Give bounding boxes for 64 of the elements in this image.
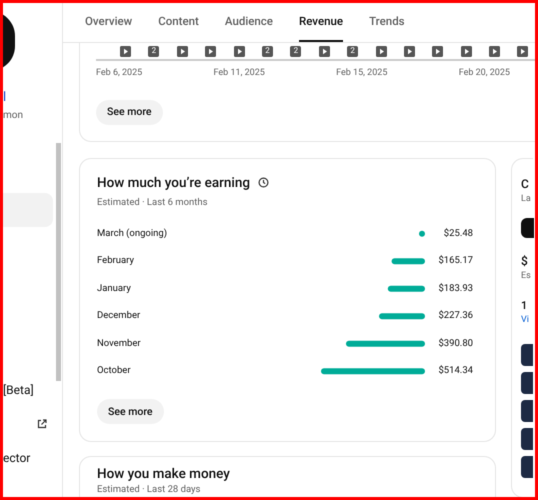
link[interactable]: Vi <box>521 314 533 328</box>
axis-label: Feb 15, 2025 <box>336 67 388 80</box>
sidebar-item[interactable] <box>3 193 53 227</box>
tab[interactable]: Trends <box>369 3 405 42</box>
sidebar-item[interactable]: ector <box>3 441 53 475</box>
thumbnail <box>521 372 533 394</box>
play-icon <box>176 46 188 56</box>
card-value: $ <box>521 253 529 270</box>
amount: $227.36 <box>438 309 473 324</box>
axis-label: Feb 11, 2025 <box>214 67 265 80</box>
axis-label: Feb 6, 2025 <box>96 67 142 80</box>
value-caption: Es <box>521 270 532 283</box>
thumbnail <box>521 344 533 366</box>
earnings-bar <box>392 258 425 264</box>
play-icon <box>205 46 216 56</box>
card-title: How you make money <box>97 464 231 484</box>
thumbnail <box>521 456 533 478</box>
see-more-button[interactable]: See more <box>97 399 164 424</box>
play-icon <box>234 46 245 56</box>
count-marker: 2 <box>290 46 302 56</box>
earnings-bar <box>419 230 425 237</box>
count-text: 1 <box>521 298 528 314</box>
card-subtitle: Estimated · Last 6 months <box>97 196 209 210</box>
card-subtitle: La <box>521 192 532 206</box>
amount: $25.48 <box>444 226 473 241</box>
card-title: C <box>521 176 530 192</box>
thumbnail <box>521 428 533 450</box>
tab[interactable]: Audience <box>224 3 273 42</box>
count-marker: 2 <box>148 46 160 56</box>
tab[interactable]: Overview <box>85 3 132 42</box>
channel-name: l <box>3 91 8 104</box>
month-label: December <box>97 309 140 324</box>
earnings-bar <box>379 313 425 320</box>
dark-button[interactable] <box>521 218 534 238</box>
earnings-bar <box>388 286 425 292</box>
external-link-icon <box>37 419 47 429</box>
month-label: March (ongoing) <box>97 226 168 241</box>
play-icon <box>120 46 131 56</box>
play-icon <box>517 46 528 56</box>
count-marker: 2 <box>262 46 273 56</box>
month-label: February <box>97 254 134 268</box>
amount: $514.34 <box>438 364 473 378</box>
sidebar-item[interactable]: [Beta] <box>3 373 53 407</box>
month-label: October <box>97 364 131 378</box>
play-icon <box>460 46 472 56</box>
count-marker: 2 <box>347 46 358 56</box>
card-subtitle: Estimated · Last 28 days <box>97 484 202 495</box>
clock-icon <box>258 177 270 188</box>
play-icon <box>376 46 387 56</box>
play-icon <box>404 46 415 56</box>
tab[interactable]: Content <box>158 3 199 42</box>
card-title: How much you’re earning <box>97 174 250 192</box>
axis-label: Feb 20, 2025 <box>458 67 510 80</box>
month-label: January <box>97 282 131 296</box>
thumbnail <box>521 400 533 422</box>
month-label: November <box>97 336 141 351</box>
channel-subtitle: mon <box>3 109 24 123</box>
amount: $390.80 <box>438 336 473 351</box>
play-icon <box>432 46 444 56</box>
amount: $165.17 <box>438 254 473 268</box>
play-icon <box>318 46 330 56</box>
see-more-button[interactable]: See more <box>96 100 163 124</box>
play-icon <box>489 46 500 56</box>
amount: $183.93 <box>438 282 473 296</box>
